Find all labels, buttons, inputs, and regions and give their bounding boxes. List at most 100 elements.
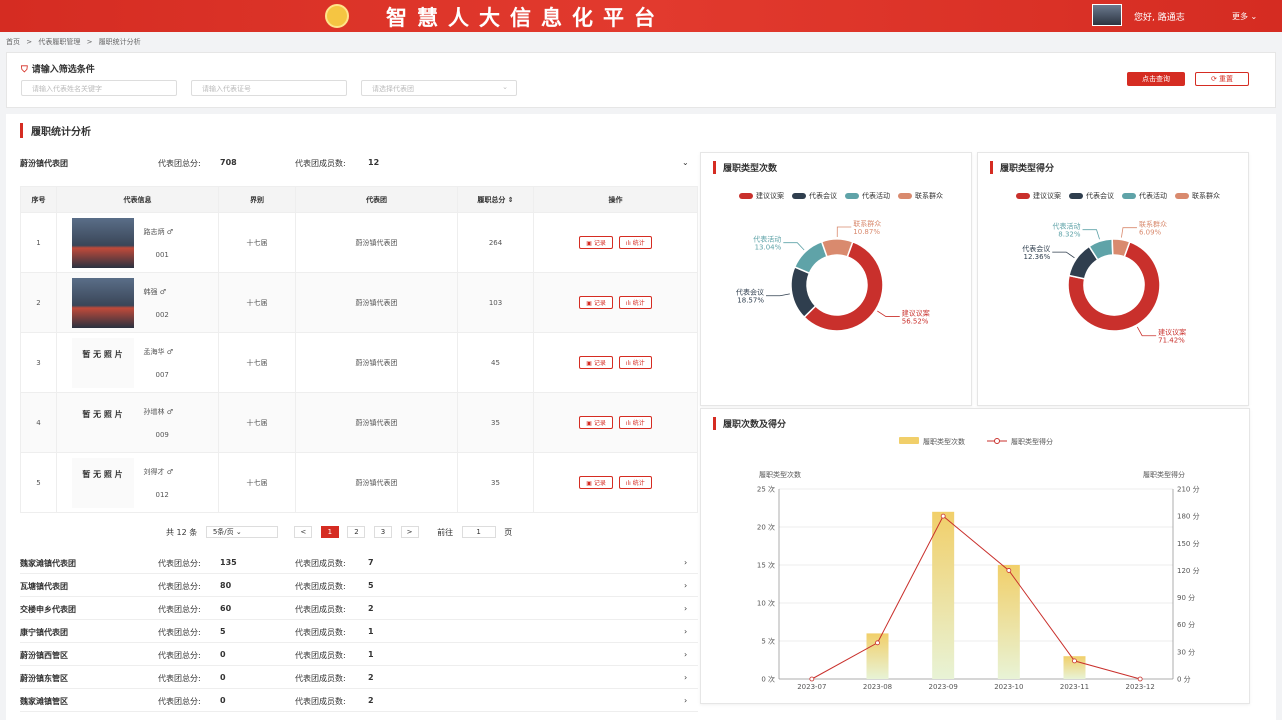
group-name: 蔚汾镇西管区 xyxy=(20,651,68,660)
y-tick-label: 25 次 xyxy=(757,485,775,494)
col-score[interactable]: 履职总分 ⇕ xyxy=(457,186,534,213)
pie-slice[interactable] xyxy=(820,238,854,258)
pie-slice[interactable] xyxy=(790,265,817,319)
group-score: 0 xyxy=(220,650,226,659)
group-score-label: 代表团总分: xyxy=(158,697,201,706)
group-row[interactable]: 魏家滩镇管区 代表团总分: 0 代表团成员数: 2 › xyxy=(20,690,698,712)
stats-button[interactable]: ılı 统计 xyxy=(618,296,652,309)
user-greeting: 您好, 路通志 xyxy=(1134,13,1185,23)
y2-axis-title: 履职类型得分 xyxy=(1143,470,1185,479)
pie-slice[interactable] xyxy=(793,240,828,275)
name-input[interactable]: 请输入代表姓名关键字 xyxy=(21,80,177,96)
rep-name[interactable]: 孟海华 ♂ xyxy=(144,347,204,357)
chevron-right-icon[interactable]: › xyxy=(684,696,687,705)
group-score: 0 xyxy=(220,696,226,705)
rep-info: 暂 无 照 片孟海华 ♂ 007 xyxy=(56,332,219,393)
page-unit: 页 xyxy=(504,527,513,537)
group-row[interactable]: 瓦塘镇代表团 代表团总分: 80 代表团成员数: 5 › xyxy=(20,575,698,597)
y2-tick-label: 90 分 xyxy=(1177,593,1195,602)
legend-swatch xyxy=(899,437,919,444)
next-page-button[interactable]: > xyxy=(400,526,419,538)
y2-tick-label: 150 分 xyxy=(1177,539,1200,548)
breadcrumb-duty[interactable]: 代表履职管理 xyxy=(38,38,80,46)
filter-icon: ⛉ xyxy=(21,65,28,75)
chevron-right-icon[interactable]: › xyxy=(684,650,687,659)
user-avatar[interactable] xyxy=(1092,4,1122,26)
row-actions: ▣ 记录 ılı 统计 xyxy=(533,392,698,453)
group-header-expanded[interactable]: 蔚汾镇代表团 代表团总分: 708 代表团成员数: 12 ⌄ xyxy=(20,154,698,174)
search-button[interactable]: 点击查询 xyxy=(1127,72,1185,86)
label-line xyxy=(1082,229,1100,240)
chevron-down-icon[interactable]: ⌄ xyxy=(682,158,689,167)
rep-score: 103 xyxy=(457,272,534,333)
page-2[interactable]: 2 xyxy=(347,526,366,538)
reset-button[interactable]: ⟳ 重置 xyxy=(1195,72,1249,86)
filter-panel: ⛉ 请输入筛选条件 请输入代表姓名关键字 请输入代表证号 请选择代表团 ⌄ 点击查询… xyxy=(6,52,1276,108)
record-button[interactable]: ▣ 记录 xyxy=(579,236,613,249)
rep-name[interactable]: 韩强 ♂ xyxy=(144,287,204,297)
table-row: 5 暂 无 照 片刘得才 ♂ 012 十七届 蔚汾镇代表团 35 ▣ 记录 ılı … xyxy=(20,452,698,513)
stats-button[interactable]: ılı 统计 xyxy=(618,416,652,429)
record-button[interactable]: ▣ 记录 xyxy=(579,296,613,309)
chevron-right-icon[interactable]: › xyxy=(684,581,687,590)
chevron-right-icon[interactable]: › xyxy=(684,604,687,613)
cert-input[interactable]: 请输入代表证号 xyxy=(191,80,347,96)
rep-term: 十七届 xyxy=(218,332,296,393)
stats-button[interactable]: ılı 统计 xyxy=(618,236,652,249)
group-score: 60 xyxy=(220,604,232,613)
member-photo xyxy=(71,277,134,328)
group-name: 魏家滩镇管区 xyxy=(20,697,68,706)
pie-label: 联系群众 6.09% xyxy=(1139,220,1167,237)
pie-label: 建议议案 56.52% xyxy=(902,308,930,325)
bar xyxy=(932,511,955,679)
record-button[interactable]: ▣ 记录 xyxy=(579,356,613,369)
group-members: 12 xyxy=(368,158,380,167)
rep-name[interactable]: 孙增林 ♂ xyxy=(144,407,204,417)
rep-info: 韩强 ♂ 002 xyxy=(56,272,219,333)
rep-group: 蔚汾镇代表团 xyxy=(295,212,458,273)
group-row[interactable]: 康宁镇代表团 代表团总分: 5 代表团成员数: 1 › xyxy=(20,621,698,643)
group-row[interactable]: 魏家滩镇代表团 代表团总分: 135 代表团成员数: 7 › xyxy=(20,552,698,574)
group-score-label: 代表团总分: xyxy=(158,159,201,168)
stats-panel: 履职统计分析 蔚汾镇代表团 代表团总分: 708 代表团成员数: 12 ⌄ 序号… xyxy=(6,114,1276,720)
group-name: 蔚汾镇东管区 xyxy=(20,674,68,683)
chevron-down-icon: ⌄ xyxy=(502,83,508,91)
page-3[interactable]: 3 xyxy=(374,526,392,538)
chevron-right-icon[interactable]: › xyxy=(684,673,687,682)
count-pie-chart: 建议议案 56.52% 代表会议 18.57% 代表活动 13.04% 联系群众 10.87% xyxy=(736,219,930,332)
label-line xyxy=(877,310,900,317)
group-row[interactable]: 交楼申乡代表团 代表团总分: 60 代表团成员数: 2 › xyxy=(20,598,698,620)
page-1[interactable]: 1 xyxy=(320,526,339,538)
table-row: 4 暂 无 照 片孙增林 ♂ 009 十七届 蔚汾镇代表团 35 ▣ 记录 ılı … xyxy=(20,392,698,453)
row-no: 5 xyxy=(20,452,57,513)
record-button[interactable]: ▣ 记录 xyxy=(579,476,613,489)
group-members-label: 代表团成员数: xyxy=(295,651,346,660)
score-pie-card: 履职类型得分 建议议案 代表会议 代表活动 联系群众 建议议案 71.42% 代表会议 12… xyxy=(977,152,1249,406)
y2-tick-label: 0 分 xyxy=(1177,675,1191,684)
rep-name[interactable]: 路志炳 ♂ xyxy=(144,227,204,237)
page-input[interactable]: 1 xyxy=(461,526,496,538)
rep-code: 009 xyxy=(155,430,169,439)
col-ops: 操作 xyxy=(533,186,698,213)
bar xyxy=(866,633,889,679)
group-name: 瓦塘镇代表团 xyxy=(20,582,68,591)
group-row[interactable]: 蔚汾镇东管区 代表团总分: 0 代表团成员数: 2 › xyxy=(20,667,698,689)
chevron-right-icon[interactable]: › xyxy=(684,627,687,636)
group-select[interactable]: 请选择代表团 ⌄ xyxy=(361,80,517,96)
group-row[interactable]: 蔚汾镇西管区 代表团总分: 0 代表团成员数: 1 › xyxy=(20,644,698,666)
prev-page-button[interactable]: < xyxy=(294,526,313,538)
table-row: 3 暂 无 照 片孟海华 ♂ 007 十七届 蔚汾镇代表团 45 ▣ 记录 ılı … xyxy=(20,332,698,393)
group-score-label: 代表团总分: xyxy=(158,674,201,683)
table-header-row: 序号 代表信息 界别 代表团 履职总分 ⇕ 操作 xyxy=(20,186,698,213)
more-menu[interactable]: 更多 ⌄ xyxy=(1232,11,1257,22)
label-line xyxy=(783,242,805,251)
stats-button[interactable]: ılı 统计 xyxy=(618,476,652,489)
record-button[interactable]: ▣ 记录 xyxy=(579,416,613,429)
rep-info: 暂 无 照 片孙增林 ♂ 009 xyxy=(56,392,219,453)
stats-button[interactable]: ılı 统计 xyxy=(618,356,652,369)
breadcrumb-home[interactable]: 首页 xyxy=(6,38,20,46)
group-name: 魏家滩镇代表团 xyxy=(20,559,76,568)
chevron-right-icon[interactable]: › xyxy=(684,558,687,567)
rep-name[interactable]: 刘得才 ♂ xyxy=(144,467,204,477)
page-size-select[interactable]: 5条/页 ⌄ xyxy=(205,526,278,538)
